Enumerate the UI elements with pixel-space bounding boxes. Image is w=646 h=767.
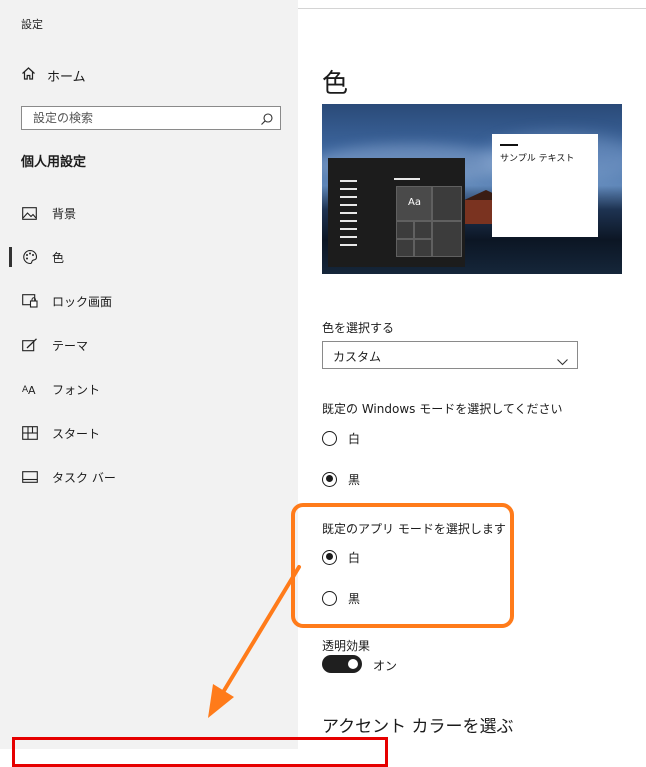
preview-tile	[414, 221, 432, 239]
sidebar-item-label: フォント	[52, 382, 101, 397]
sidebar-item-colors[interactable]: 色	[21, 246, 64, 268]
page-title: 色	[322, 69, 349, 99]
sidebar-item-label: スタート	[52, 426, 101, 441]
transparency-toggle[interactable]	[322, 655, 362, 673]
search-icon[interactable]	[260, 111, 274, 125]
preview-tile	[432, 221, 462, 257]
preview-window-line	[500, 144, 518, 146]
search-box	[21, 106, 281, 130]
preview-tile	[414, 239, 432, 257]
radio-label: 白	[348, 431, 361, 446]
preview-sample-text: サンプル テキスト	[500, 154, 575, 164]
choose-color-dropdown[interactable]: カスタム	[322, 341, 578, 369]
sidebar-item-fonts[interactable]: AA フォント	[21, 378, 101, 400]
dropdown-value: カスタム	[333, 350, 382, 364]
color-preview: Aa サンプル テキスト	[322, 104, 622, 274]
theme-icon	[21, 337, 38, 354]
sidebar-item-start[interactable]: スタート	[21, 422, 100, 444]
sidebar-item-label: タスク バー	[52, 470, 116, 485]
windows-mode-light-radio[interactable]: 白	[322, 428, 360, 448]
selection-indicator	[9, 247, 12, 267]
search-input[interactable]	[22, 107, 263, 129]
preview-menu-header	[394, 178, 420, 180]
lock-screen-icon	[21, 293, 38, 310]
preview-tile	[432, 186, 462, 221]
windows-mode-label: 既定の Windows モードを選択してください	[322, 402, 563, 416]
sidebar-item-lock-screen[interactable]: ロック画面	[21, 290, 112, 312]
svg-text:A: A	[28, 384, 36, 395]
sidebar-item-themes[interactable]: テーマ	[21, 334, 88, 356]
preview-tile: Aa	[396, 186, 432, 221]
toggle-knob	[348, 659, 358, 669]
highlight-box-red	[12, 737, 388, 767]
nav-home[interactable]: ホーム	[21, 64, 86, 86]
section-title: 個人用設定	[21, 155, 87, 170]
radio-circle	[322, 430, 337, 446]
preview-window: サンプル テキスト	[492, 134, 598, 237]
preview-tile-label: Aa	[408, 197, 421, 208]
sidebar-item-label: 色	[52, 250, 65, 265]
transparency-label: 透明効果	[322, 639, 371, 653]
radio-label: 黒	[348, 472, 361, 487]
home-icon	[21, 66, 36, 85]
sidebar-item-taskbar[interactable]: タスク バー	[21, 466, 116, 488]
nav-home-label: ホーム	[47, 69, 86, 85]
preview-tile	[396, 221, 414, 239]
palette-icon	[21, 249, 38, 266]
radio-circle	[322, 471, 337, 487]
choose-color-label: 色を選択する	[322, 321, 395, 335]
picture-icon	[21, 205, 38, 222]
sidebar: 設定 ホーム 個人用設定 背景 色 ロック画面 テーマ	[0, 0, 298, 749]
main-content: 色 Aa サンプル テキスト 色を選択する カスタム 既定の Windows モ…	[298, 9, 646, 749]
sidebar-item-background[interactable]: 背景	[21, 202, 76, 224]
transparency-state: オン	[373, 659, 398, 673]
sidebar-item-label: 背景	[52, 206, 77, 221]
font-icon: AA	[21, 381, 38, 398]
start-icon	[21, 425, 38, 442]
highlight-box-orange	[291, 503, 514, 628]
sidebar-item-label: テーマ	[52, 338, 89, 353]
accent-color-heading: アクセント カラーを選ぶ	[322, 717, 514, 737]
taskbar-icon	[21, 469, 38, 486]
preview-tile	[396, 239, 414, 257]
windows-mode-dark-radio[interactable]: 黒	[322, 469, 360, 489]
preview-start-menu: Aa	[328, 158, 465, 267]
chevron-down-icon	[557, 351, 568, 366]
sidebar-item-label: ロック画面	[52, 294, 113, 309]
window-title: 設定	[21, 18, 43, 31]
